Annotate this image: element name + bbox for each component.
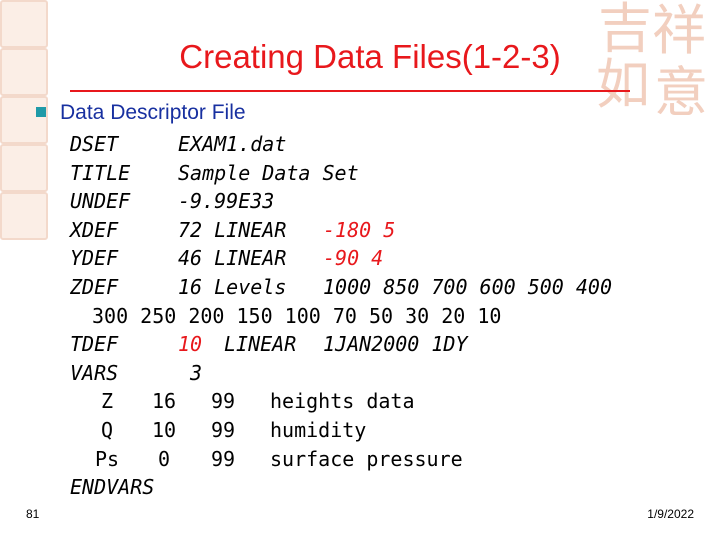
keyword: UNDEF [70,189,131,214]
variable-row: Q 10 99 humidity [70,416,612,445]
line-endvars: ENDVARS [70,473,612,502]
keyword: TDEF [70,332,119,357]
line-title: TITLE Sample Data Set [70,159,612,188]
keyword: ZDEF [70,274,119,299]
keyword: XDEF [70,217,119,242]
var-units: 99 [210,417,236,442]
var-name: Z [100,389,114,414]
line-xdef: XDEF 72 LINEAR -180 5 [70,216,612,245]
var-levels: 0 [157,446,171,471]
keyword: DSET [70,132,119,156]
var-units: 99 [210,446,236,471]
variable-row: Z 16 99 heights data [70,387,612,416]
kind: 16 Levels [178,274,287,299]
params: -180 5 [323,217,396,242]
keyword: TITLE [70,160,131,185]
bullet-text: Data Descriptor File [60,101,246,124]
slide: 吉 祥 如 意 Creating Data Files(1-2-3) Data … [0,0,720,540]
line-ydef: YDEF 46 LINEAR -90 4 [70,244,612,273]
title-underline [70,90,630,92]
keyword: VARS [70,360,119,385]
line-undef: UNDEF -9.99E33 [70,187,612,216]
value: Sample Data Set [178,160,359,185]
kind: LINEAR [224,332,297,357]
decorative-seal-5 [0,192,48,240]
count: 10 [178,332,203,357]
line-zdef: ZDEF 16 Levels 1000 850 700 600 500 400 [70,273,612,302]
var-description: heights data [270,389,415,414]
params: 1JAN2000 1DY [323,332,468,357]
line-zdef-continued: 300 250 200 150 100 70 50 30 20 10 [70,302,612,331]
var-name: Ps [94,446,120,471]
descriptor-file-listing: DSET EXAM1.dat TITLE Sample Data Set UNDEF… [70,130,612,502]
var-name: Q [100,417,114,442]
line-vars: VARS 3 [70,359,612,388]
var-levels: 10 [151,417,177,442]
value: -9.99E33 [178,189,275,214]
params: -90 4 [323,246,384,271]
keyword: YDEF [70,246,119,271]
line-tdef: TDEF 10 LINEAR 1JAN2000 1DY [70,330,612,359]
slide-date: 1/9/2022 [647,507,694,521]
line-dset: DSET EXAM1.dat [70,130,612,159]
square-bullet-icon [36,107,46,117]
var-description: surface pressure [270,446,463,471]
params: 1000 850 700 600 500 400 [323,274,612,299]
var-levels: 16 [151,389,177,414]
decorative-seal-4 [0,144,48,192]
value: EXAM1.dat [178,132,287,156]
keyword: ENDVARS [70,475,155,500]
var-units: 99 [210,389,236,414]
var-description: humidity [270,417,367,442]
variable-row: Ps 0 99 surface pressure [70,445,612,474]
kind: 46 LINEAR [178,246,287,271]
count: 3 [190,360,203,385]
kind: 72 LINEAR [178,217,287,242]
levels: 300 250 200 150 100 70 50 30 20 10 [92,303,502,328]
slide-number: 81 [26,507,40,521]
slide-title: Creating Data Files(1-2-3) [179,38,561,75]
bullet-item: Data Descriptor File [36,101,246,125]
